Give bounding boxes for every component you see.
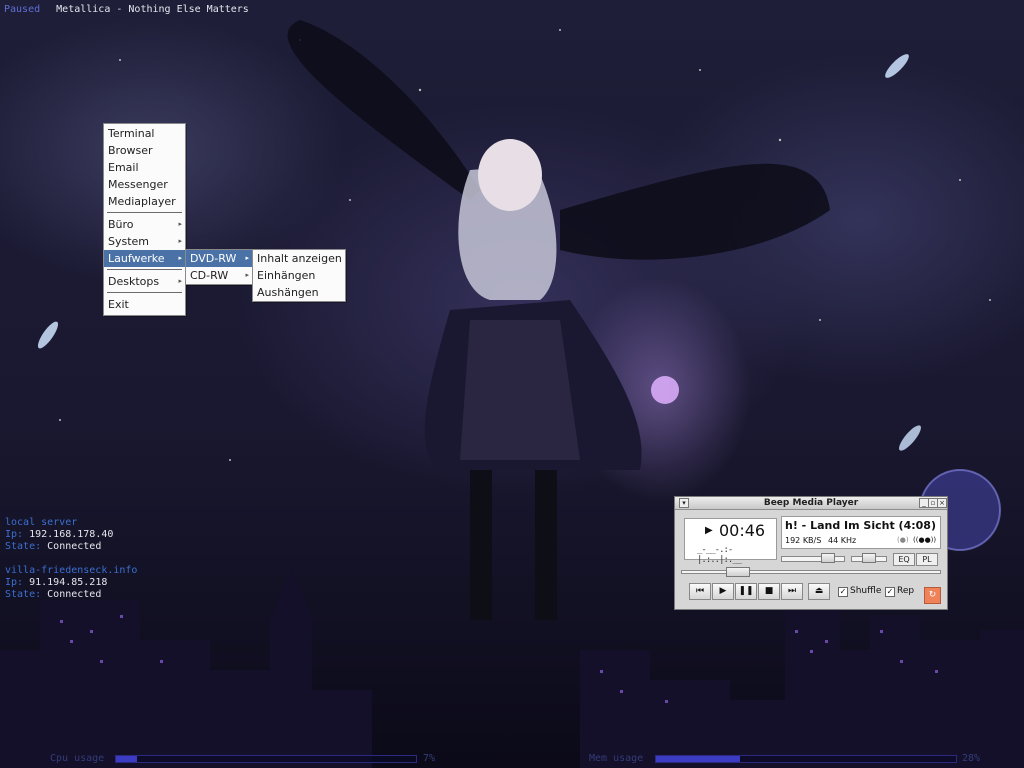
refresh-icon[interactable]: ↻ — [924, 587, 941, 604]
menu-item-terminal[interactable]: Terminal — [104, 125, 185, 142]
submenu-arrow-icon: ▸ — [178, 254, 182, 262]
menu-item-label: Büro — [108, 218, 134, 231]
now-playing-status: Paused Metallica - Nothing Else Matters — [4, 4, 249, 15]
connection-host: villa-friedenseck.info — [5, 565, 138, 576]
ip-label: Ip: — [5, 577, 24, 588]
player-title: Beep Media Player — [763, 498, 859, 508]
menu-separator — [107, 212, 182, 213]
eject-button[interactable]: ⏏ — [808, 583, 830, 600]
menu-separator — [107, 269, 182, 270]
menu-item-einhaengen[interactable]: Einhängen — [253, 267, 345, 284]
stop-icon: ■ — [764, 586, 774, 596]
next-button[interactable]: ⏭ — [781, 583, 803, 600]
shuffle-toggle[interactable]: ✓ Shuffle — [838, 586, 881, 597]
cpu-usage-fill — [116, 756, 137, 762]
eq-button[interactable]: EQ — [893, 553, 915, 566]
menu-item-label: DVD-RW — [190, 252, 237, 265]
sample-rate: 44 KHz — [828, 536, 857, 545]
submenu-arrow-icon: ▸ — [178, 237, 182, 245]
submenu-arrow-icon: ▸ — [245, 271, 249, 279]
beep-media-player-window: ▾ Beep Media Player _ ▫ × ▶ 00:46 _-__-.… — [674, 496, 948, 610]
menu-item-laufwerke[interactable]: Laufwerke ▸ — [104, 250, 185, 267]
connection-local: local server Ip: 192.168.178.40 State: C… — [5, 517, 113, 553]
submenu-arrow-icon: ▸ — [178, 220, 182, 228]
menu-item-label: Laufwerke — [108, 252, 165, 265]
volume-slider-knob[interactable] — [821, 553, 835, 563]
player-titlebar[interactable]: ▾ Beep Media Player _ ▫ × — [675, 497, 947, 510]
state-value: Connected — [47, 589, 102, 600]
state-value: Connected — [47, 541, 102, 552]
balance-slider-knob[interactable] — [862, 553, 876, 563]
menu-item-cd-rw[interactable]: CD-RW ▸ — [186, 267, 252, 284]
shuffle-checkbox[interactable]: ✓ — [838, 587, 848, 597]
menu-item-label: System — [108, 235, 150, 248]
menu-item-desktops[interactable]: Desktops ▸ — [104, 273, 185, 290]
mem-usage-label: Mem usage — [589, 753, 644, 764]
seek-bar-knob[interactable] — [725, 567, 750, 577]
playlist-button[interactable]: PL — [916, 553, 938, 566]
menu-item-buero[interactable]: Büro ▸ — [104, 216, 185, 233]
submenu-arrow-icon: ▸ — [178, 277, 182, 285]
cpu-usage-value: 7% — [423, 753, 436, 764]
dvd-rw-submenu: Inhalt anzeigen Einhängen Aushängen — [252, 249, 346, 302]
stereo-indicator: ((●●)) — [913, 536, 937, 544]
state-label: State: — [5, 541, 42, 552]
cpu-usage-bar — [115, 755, 417, 763]
play-icon: ▶ — [719, 586, 727, 596]
submenu-arrow-icon: ▸ — [245, 254, 249, 262]
volume-slider[interactable] — [781, 556, 845, 562]
pause-button[interactable]: ❚❚ — [735, 583, 757, 600]
seek-bar[interactable] — [681, 570, 941, 574]
menu-item-mediaplayer[interactable]: Mediaplayer — [104, 193, 185, 210]
menu-item-browser[interactable]: Browser — [104, 142, 185, 159]
play-status-icon: ▶ — [705, 525, 713, 536]
desktop-root-menu: Terminal Browser Email Messenger Mediapl… — [103, 123, 186, 316]
state-label: State: — [5, 589, 42, 600]
previous-button[interactable]: ⏮ — [689, 583, 711, 600]
menu-item-email[interactable]: Email — [104, 159, 185, 176]
connection-remote: villa-friedenseck.info Ip: 91.194.85.218… — [5, 565, 137, 601]
mem-usage-fill — [656, 756, 740, 762]
next-icon: ⏭ — [787, 586, 797, 596]
repeat-checkbox[interactable]: ✓ — [885, 587, 895, 597]
song-info-panel: h! - Land Im Sicht (4:08) 192 KB/S 44 KH… — [781, 516, 941, 549]
visualizer: _-__-.:-|.:..|:.__ — [697, 545, 742, 565]
repeat-label: Rep — [897, 586, 915, 596]
menu-item-label: CD-RW — [190, 269, 229, 282]
shuffle-label: Shuffle — [850, 586, 882, 596]
cpu-usage-label: Cpu usage — [50, 753, 105, 764]
repeat-toggle[interactable]: ✓ Rep — [885, 586, 914, 597]
ip-label: Ip: — [5, 529, 24, 540]
play-button[interactable]: ▶ — [712, 583, 734, 600]
wallpaper-scenery — [0, 20, 1024, 768]
bitrate: 192 KB/S — [785, 536, 822, 545]
elapsed-time: 00:46 — [719, 521, 766, 540]
song-title: h! - Land Im Sicht (4:08) — [785, 519, 936, 532]
eject-icon: ⏏ — [814, 586, 824, 596]
ip-value: 91.194.85.218 — [29, 577, 108, 588]
pause-icon: ❚❚ — [738, 586, 754, 596]
close-icon[interactable]: × — [937, 498, 947, 508]
previous-icon: ⏮ — [695, 586, 705, 596]
menu-item-aushaengen[interactable]: Aushängen — [253, 284, 345, 301]
now-playing-track: Metallica - Nothing Else Matters — [56, 4, 249, 15]
mem-usage-value: 28% — [962, 753, 981, 764]
menu-item-messenger[interactable]: Messenger — [104, 176, 185, 193]
drives-submenu: DVD-RW ▸ CD-RW ▸ — [185, 249, 253, 285]
connection-host: local server — [5, 517, 78, 528]
menu-item-inhalt-anzeigen[interactable]: Inhalt anzeigen — [253, 250, 345, 267]
menu-item-label: Desktops — [108, 275, 160, 288]
time-display[interactable]: ▶ 00:46 _-__-.:-|.:..|:.__ — [684, 518, 777, 565]
mono-indicator: (●) — [897, 536, 909, 544]
menu-item-system[interactable]: System ▸ — [104, 233, 185, 250]
menu-separator — [107, 292, 182, 293]
ip-value: 192.168.178.40 — [29, 529, 114, 540]
playback-state: Paused — [4, 4, 41, 15]
menu-item-exit[interactable]: Exit — [104, 296, 185, 313]
stop-button[interactable]: ■ — [758, 583, 780, 600]
mem-usage-bar — [655, 755, 957, 763]
menu-item-dvd-rw[interactable]: DVD-RW ▸ — [186, 250, 252, 267]
